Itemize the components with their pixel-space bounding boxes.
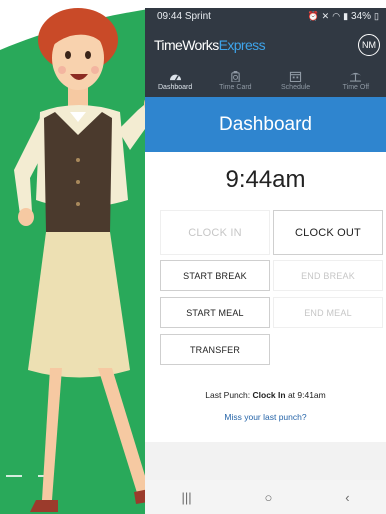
tab-label: Schedule xyxy=(281,84,311,91)
battery-percent: 34% xyxy=(351,11,372,22)
page-title: Dashboard xyxy=(145,97,386,152)
last-punch-time: at 9:41am xyxy=(287,390,326,400)
status-time: 09:44 xyxy=(157,11,183,22)
speedometer-icon xyxy=(169,74,181,81)
status-carrier: Sprint xyxy=(184,11,211,22)
start-break-button[interactable]: START BREAK xyxy=(160,260,270,291)
phone-screen: 09:44 Sprint ⏰ ✕ ◠ ▮ 34% ▯ TimeWorksExpr… xyxy=(145,8,386,514)
tab-label: Dashboard xyxy=(158,84,193,91)
start-meal-button[interactable]: START MEAL xyxy=(160,297,270,328)
recents-icon[interactable]: ||| xyxy=(181,490,191,505)
app-header: TimeWorksExpress NM xyxy=(145,25,386,65)
missed-punch-link[interactable]: Miss your last punch? xyxy=(145,412,386,422)
end-break-button[interactable]: END BREAK xyxy=(273,260,383,291)
android-nav-bar: ||| ○ ‹ xyxy=(145,480,386,514)
status-left: 09:44 Sprint xyxy=(157,11,211,22)
tab-schedule[interactable]: Schedule xyxy=(266,65,326,97)
status-right: ⏰ ✕ ◠ ▮ 34% ▯ xyxy=(307,11,379,22)
tab-time-card[interactable]: Time Card xyxy=(205,65,265,97)
signal-icon: ▮ xyxy=(343,11,349,21)
home-icon[interactable]: ○ xyxy=(264,490,272,505)
back-icon[interactable]: ‹ xyxy=(345,490,349,505)
alarm-icon: ⏰ xyxy=(307,11,319,21)
mute-icon: ✕ xyxy=(321,11,330,21)
battery-icon: ▯ xyxy=(374,11,379,21)
status-bar: 09:44 Sprint ⏰ ✕ ◠ ▮ 34% ▯ xyxy=(145,8,386,25)
user-avatar[interactable]: NM xyxy=(358,34,380,56)
clock-in-button[interactable]: CLOCK IN xyxy=(160,210,270,255)
tab-label: Time Off xyxy=(342,84,370,91)
calendar-icon xyxy=(290,71,302,82)
tab-time-off[interactable]: Time Off xyxy=(326,65,386,97)
clock-out-button[interactable]: CLOCK OUT xyxy=(273,210,383,255)
brand-name-main: TimeWorks xyxy=(154,37,219,53)
current-time: 9:44am xyxy=(225,166,306,193)
wifi-icon: ◠ xyxy=(332,11,341,21)
tab-bar: Dashboard Time Card Schedule Time Off xyxy=(145,65,386,97)
last-punch-label: Last Punch: xyxy=(205,390,251,400)
timecard-icon xyxy=(231,71,240,82)
transfer-button[interactable]: TRANSFER xyxy=(160,334,270,365)
tab-dashboard[interactable]: Dashboard xyxy=(145,65,205,97)
last-punch-info: Last Punch: Clock In at 9:41am xyxy=(145,390,386,400)
dashboard-content: 9:44am CLOCK IN CLOCK OUT START BREAK EN… xyxy=(145,152,386,442)
beach-icon xyxy=(350,72,362,82)
last-punch-type: Clock In xyxy=(252,390,286,400)
tab-label: Time Card xyxy=(219,84,252,91)
brand-name-accent: Express xyxy=(218,37,266,53)
end-meal-button[interactable]: END MEAL xyxy=(273,297,383,328)
brand-logo: TimeWorksExpress xyxy=(154,37,266,53)
